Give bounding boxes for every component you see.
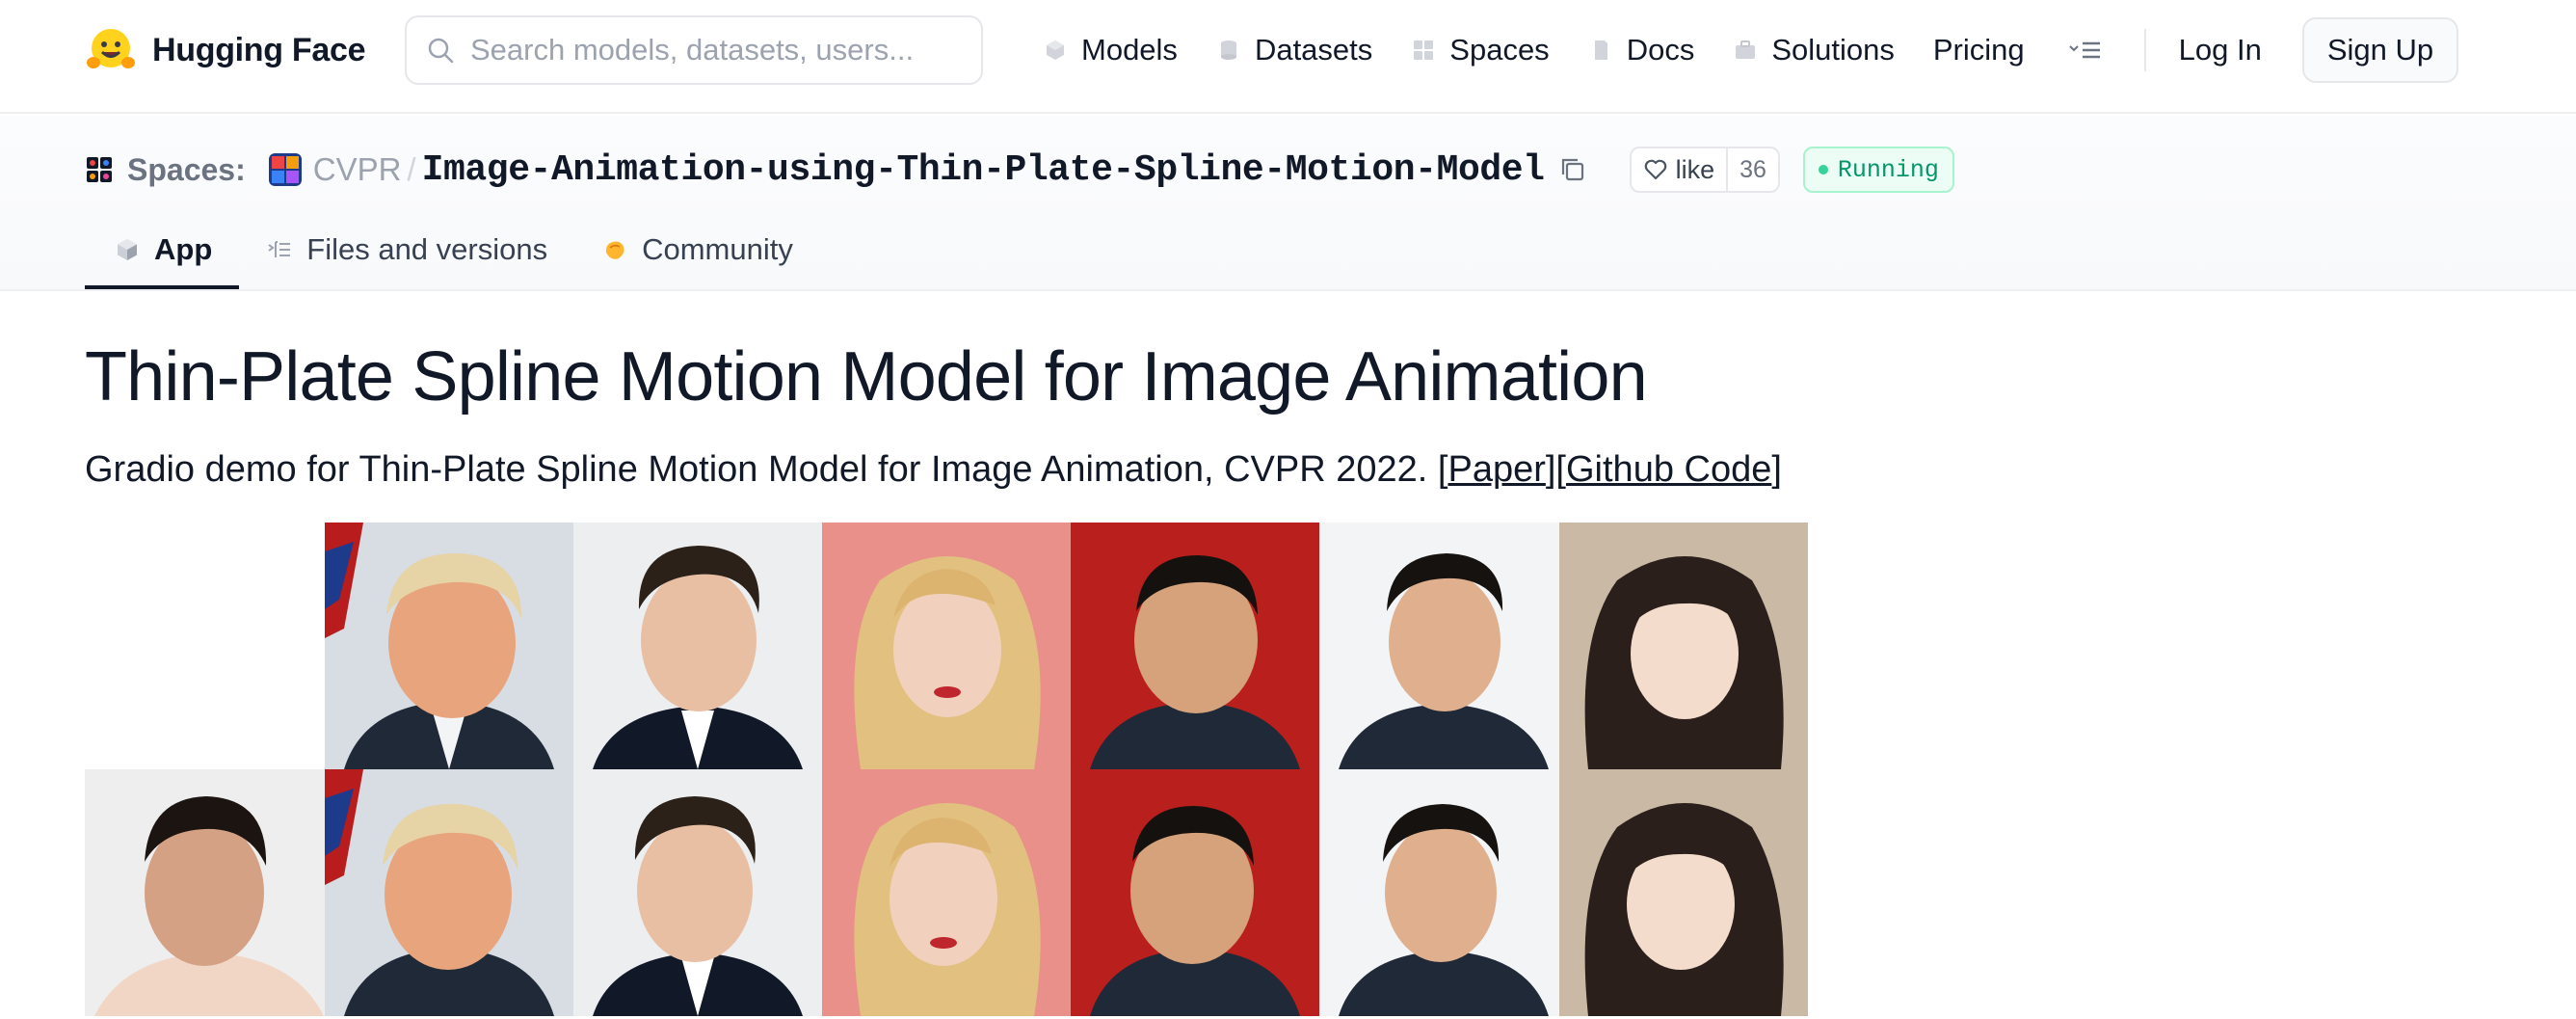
face-image <box>1319 769 1568 1016</box>
space-tabs: App Files and versions Community <box>85 210 820 291</box>
portrait-image <box>822 769 1071 1016</box>
search-icon <box>428 38 454 64</box>
tab-app[interactable]: App <box>85 210 240 289</box>
portrait-image <box>573 523 822 769</box>
breadcrumb-separator: / <box>407 151 416 187</box>
like-count[interactable]: 36 <box>1728 156 1778 184</box>
portrait-image <box>1071 523 1319 769</box>
nav-datasets-label: Datasets <box>1254 33 1373 67</box>
paper-link[interactable]: Paper <box>1447 449 1545 490</box>
tab-files-and-versions[interactable]: Files and versions <box>239 210 574 289</box>
nav-docs[interactable]: Docs <box>1588 33 1695 67</box>
portrait-image <box>1319 769 1568 1016</box>
app-description-text: Gradio demo for Thin-Plate Spline Motion… <box>85 449 1438 490</box>
app-title: Thin-Plate Spline Motion Model for Image… <box>85 338 1648 416</box>
portrait-image <box>85 769 333 1016</box>
models-icon <box>1047 40 1064 60</box>
spaces-logo-icon <box>87 157 112 182</box>
face-image <box>325 769 573 1016</box>
face-image <box>1071 769 1319 1016</box>
tab-community-label: Community <box>642 232 793 266</box>
search-box[interactable] <box>405 15 983 85</box>
portrait-image <box>1559 769 1808 1016</box>
portrait-image <box>1319 523 1568 769</box>
hugging-face-logo-icon <box>87 29 135 68</box>
spaces-icon <box>1414 40 1434 60</box>
example-results-image <box>85 523 1808 1016</box>
face-image <box>85 769 333 1016</box>
face-image <box>573 769 822 1016</box>
nav-pricing[interactable]: Pricing <box>1933 33 2025 67</box>
face-image <box>573 523 822 769</box>
nav-models-label: Models <box>1081 33 1178 67</box>
nav-docs-label: Docs <box>1626 33 1695 67</box>
nav-solutions-label: Solutions <box>1771 33 1895 67</box>
app-description: Gradio demo for Thin-Plate Spline Motion… <box>85 449 1782 490</box>
briefcase-icon <box>1736 40 1756 59</box>
like-widget: like 36 <box>1629 147 1780 193</box>
portrait-image <box>325 523 573 769</box>
face-image <box>1559 769 1808 1016</box>
nav-spaces[interactable]: Spaces <box>1411 33 1550 67</box>
like-label: like <box>1675 154 1715 184</box>
face-image <box>325 523 573 769</box>
datasets-icon <box>1220 40 1236 60</box>
face-image <box>822 769 1071 1016</box>
portrait-image <box>325 769 573 1016</box>
status-badge: Running <box>1802 147 1954 193</box>
nav-pricing-label: Pricing <box>1932 33 2025 67</box>
portrait-image <box>1071 769 1319 1016</box>
breadcrumb: Spaces: CVPR / Image-Animation-using-Thi… <box>85 143 1954 197</box>
spaces-section-label: Spaces: <box>127 151 246 187</box>
portrait-image <box>573 769 822 1016</box>
main-nav-links: Models Datasets Spaces Docs Solutions Pr… <box>1043 15 2459 85</box>
more-menu-icon[interactable] <box>2067 36 2106 65</box>
copy-icon[interactable] <box>1558 155 1587 184</box>
face-image <box>1319 523 1568 769</box>
tab-community[interactable]: Community <box>574 210 820 289</box>
repo-name[interactable]: Image-Animation-using-Thin-Plate-Spline-… <box>422 149 1545 191</box>
space-header: Spaces: CVPR / Image-Animation-using-Thi… <box>0 116 2576 291</box>
nav-datasets[interactable]: Datasets <box>1216 33 1372 67</box>
status-text: Running <box>1837 155 1939 184</box>
nav-divider <box>2143 29 2146 71</box>
heart-icon <box>1644 159 1666 180</box>
app-cube-icon <box>118 239 137 260</box>
tab-app-label: App <box>154 232 213 266</box>
files-list-icon <box>268 241 291 257</box>
face-image <box>822 523 1071 769</box>
docs-icon <box>1594 40 1607 60</box>
portrait-image <box>1559 523 1808 769</box>
signup-button[interactable]: Sign Up <box>2301 17 2459 83</box>
nav-spaces-label: Spaces <box>1449 33 1550 67</box>
like-button[interactable]: like <box>1632 148 1729 191</box>
org-avatar[interactable] <box>268 153 302 186</box>
community-hand-icon <box>605 241 624 259</box>
github-code-link[interactable]: Github Code <box>1566 449 1771 490</box>
status-dot-icon <box>1818 165 1828 174</box>
brand-name: Hugging Face <box>152 31 366 68</box>
top-navigation: Hugging Face Models Datasets <box>0 0 2576 114</box>
login-link[interactable]: Log In <box>2179 33 2262 67</box>
face-image <box>1559 523 1808 769</box>
nav-models[interactable]: Models <box>1043 33 1178 67</box>
search-input[interactable] <box>470 33 971 67</box>
portrait-image <box>822 523 1071 769</box>
nav-solutions[interactable]: Solutions <box>1733 33 1895 67</box>
brand[interactable]: Hugging Face <box>85 21 365 79</box>
face-image <box>1071 523 1319 769</box>
org-link[interactable]: CVPR <box>313 151 402 188</box>
tab-files-label: Files and versions <box>306 232 548 266</box>
